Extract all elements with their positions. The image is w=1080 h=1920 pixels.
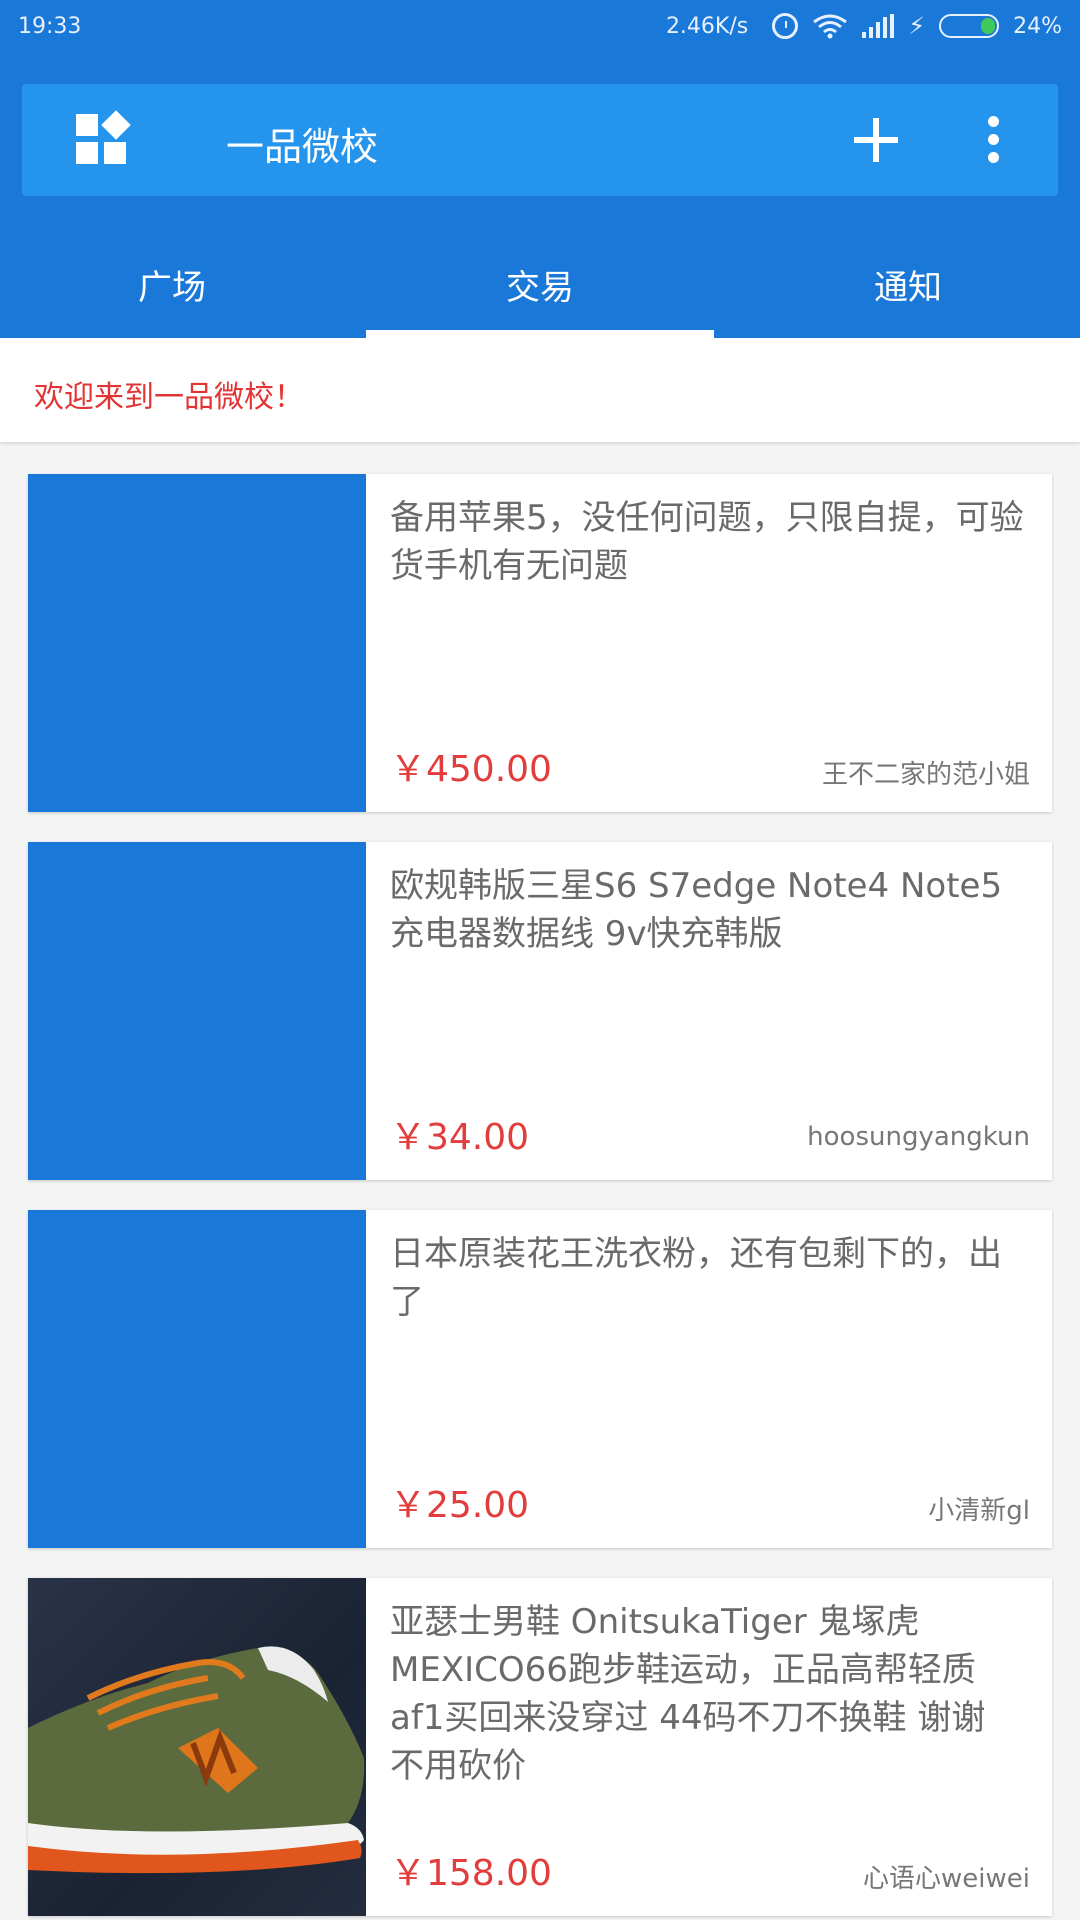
listing-card[interactable]: 欧规韩版三星S6 S7edge Note4 Note5充电器数据线 9v快充韩版… [28, 842, 1052, 1180]
tab-bar: 广场 交易 通知 [0, 240, 1080, 338]
tab-notifications[interactable]: 通知 [736, 240, 1080, 338]
tab-label: 广场 [138, 268, 206, 308]
listing-price: ￥25.00 [390, 1485, 530, 1526]
listing-seller: 王不二家的范小姐 [821, 760, 1030, 790]
net-speed: 2.46K/s [665, 13, 749, 39]
listing-seller: 小清新gl [928, 1496, 1030, 1526]
listing-price: ￥450.00 [390, 749, 552, 790]
grid-icon[interactable] [76, 110, 132, 166]
status-time: 19:33 [18, 14, 82, 39]
listing-title: 日本原装花王洗衣粉，还有包剩下的，出了 [390, 1234, 1002, 1322]
listing-title: 欧规韩版三星S6 S7edge Note4 Note5充电器数据线 9v快充韩版 [390, 866, 1003, 954]
listing-image [28, 1210, 366, 1548]
alarm-icon [772, 13, 799, 39]
app-title: 一品微校 [226, 125, 379, 169]
status-bar: 19:33 2.46K/s ⚡ 24% [0, 0, 1080, 58]
listing-image [28, 474, 366, 812]
battery-percent: 24% [1013, 13, 1062, 39]
app-toolbar: 一品微校 [22, 84, 1058, 196]
listing-card[interactable]: 备用苹果5，没任何问题，只限自提，可验货手机有无问题 ￥450.00 王不二家的… [28, 474, 1052, 812]
listing-image [28, 842, 366, 1180]
listing-price: ￥34.00 [390, 1117, 530, 1158]
listing-title: 备用苹果5，没任何问题，只限自提，可验货手机有无问题 [390, 498, 1024, 586]
tab-trade[interactable]: 交易 [344, 240, 736, 338]
listing-card[interactable]: 亚瑟士男鞋 OnitsukaTiger 鬼塚虎 MEXICO66跑步鞋运动，正品… [28, 1578, 1052, 1916]
tab-label: 通知 [874, 268, 942, 308]
shoe-illustration [28, 1646, 365, 1874]
shoe-image [28, 1578, 366, 1916]
wifi-icon [813, 14, 848, 39]
listing-seller: 心语心weiwei [863, 1864, 1030, 1894]
charging-icon: ⚡ [908, 12, 926, 40]
tab-label: 交易 [506, 268, 574, 308]
welcome-banner: 欢迎来到一品微校！ [0, 338, 1080, 442]
welcome-text: 欢迎来到一品微校！ [34, 380, 304, 415]
tab-square[interactable]: 广场 [0, 240, 344, 338]
plus-icon[interactable] [854, 118, 898, 162]
signal-icon [862, 14, 895, 38]
listing-seller: hoosungyangkun [807, 1122, 1030, 1152]
listing-price: ￥158.00 [390, 1853, 552, 1894]
listing-title: 亚瑟士男鞋 OnitsukaTiger 鬼塚虎 MEXICO66跑步鞋运动，正品… [390, 1602, 986, 1786]
listing-card[interactable]: 日本原装花王洗衣粉，还有包剩下的，出了 ￥25.00 小清新gl [28, 1210, 1052, 1548]
status-icons: 2.46K/s ⚡ 24% [666, 12, 1062, 40]
battery-icon [939, 14, 1000, 38]
more-icon[interactable] [988, 116, 1000, 164]
